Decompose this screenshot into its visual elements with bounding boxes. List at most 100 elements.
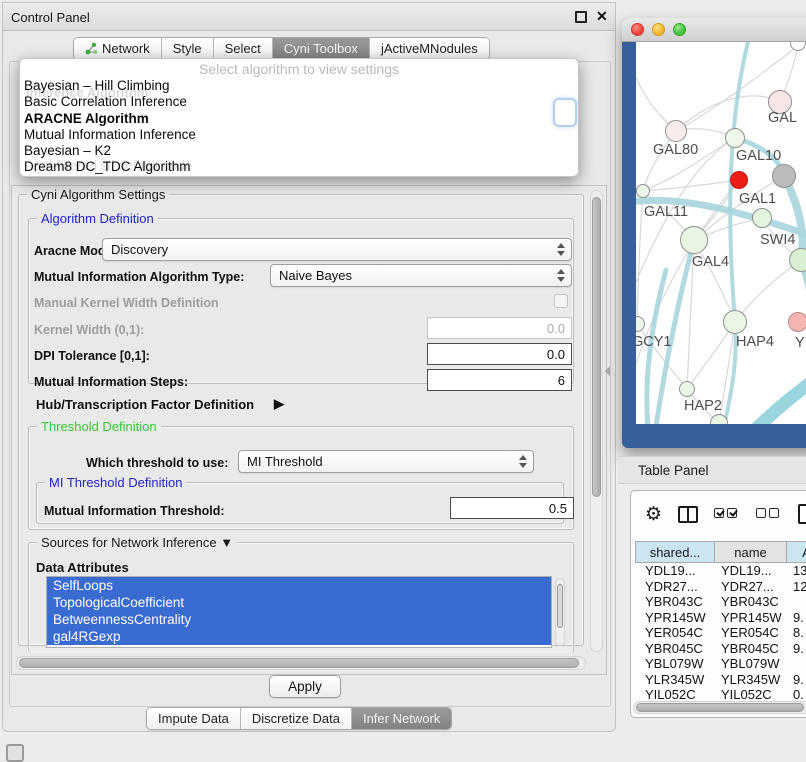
column-header-shared-name[interactable]: shared... xyxy=(635,541,715,563)
network-node-pink[interactable] xyxy=(788,312,806,332)
list-scrollbar-track[interactable] xyxy=(555,578,565,646)
tab-jactivemnodules[interactable]: jActiveMNodules xyxy=(370,38,489,59)
tab-discretize-data[interactable]: Discretize Data xyxy=(241,708,352,729)
sources-group-title: Sources for Network Inference ▼ xyxy=(37,535,237,550)
table-header-row: shared... name A xyxy=(635,541,806,563)
network-node-gal80[interactable] xyxy=(665,120,687,142)
network-node-gal4[interactable] xyxy=(680,226,708,254)
close-icon[interactable]: ✕ xyxy=(596,8,608,25)
network-node-hap4[interactable] xyxy=(723,310,747,334)
apply-button[interactable]: Apply xyxy=(269,675,341,698)
manual-kernel-width-checkbox[interactable] xyxy=(554,294,568,308)
network-node[interactable] xyxy=(789,248,806,272)
tab-cyni-toolbox[interactable]: Cyni Toolbox xyxy=(273,38,370,59)
network-node-hap2[interactable] xyxy=(679,381,695,397)
table-row[interactable]: YBL079WYBL079W xyxy=(635,656,806,672)
column-header-third[interactable]: A xyxy=(787,541,806,563)
tab-select[interactable]: Select xyxy=(214,38,273,59)
export-table-icon[interactable] xyxy=(798,504,806,524)
table-row[interactable]: YBR043CYBR043C xyxy=(635,594,806,610)
panel-collapse-handle[interactable] xyxy=(605,366,610,376)
node-label: HAP2 xyxy=(684,398,722,414)
network-window-titlebar[interactable] xyxy=(622,18,806,42)
table-row[interactable]: YDR27...YDR27...12 xyxy=(635,579,806,595)
settings-hscrollbar-track[interactable] xyxy=(16,656,586,670)
table-row[interactable]: YBR045CYBR045C9. xyxy=(635,641,806,657)
dropdown-item[interactable]: Mutual Information Inference xyxy=(20,127,578,143)
network-node-selected-red[interactable] xyxy=(730,171,748,189)
node-label: SWI4 xyxy=(760,232,795,248)
hub-section-label[interactable]: Hub/Transcription Factor Definition xyxy=(36,397,254,412)
mi-algorithm-type-label: Mutual Information Algorithm Type: xyxy=(34,270,244,284)
zoom-traffic-icon[interactable] xyxy=(673,23,686,36)
table-row[interactable]: YDL19...YDL19...13 xyxy=(635,563,806,579)
aracne-mode-combo[interactable]: Discovery xyxy=(102,238,572,261)
which-threshold-label: Which threshold to use: xyxy=(86,456,228,470)
dpi-tolerance-label: DPI Tolerance [0,1]: xyxy=(34,349,150,363)
close-traffic-icon[interactable] xyxy=(631,23,644,36)
mi-steps-label: Mutual Information Steps: xyxy=(34,375,188,389)
panel-dock-button[interactable] xyxy=(6,744,24,762)
table-panel-header: Table Panel xyxy=(618,456,806,484)
list-scrollbar-thumb[interactable] xyxy=(557,584,563,628)
data-attributes-list: SelfLoops TopologicalCoefficient Between… xyxy=(46,576,552,648)
table-row[interactable]: YIL052CYIL052C0. xyxy=(635,687,806,702)
kernel-width-field[interactable]: 0.0 xyxy=(427,317,572,339)
settings-hscrollbar-thumb[interactable] xyxy=(19,658,579,668)
table-hscrollbar-track[interactable] xyxy=(633,701,806,714)
network-canvas[interactable]: GAL GAL80 GAL10 GAL11 GAL1 SWI4 GAL4 GCY… xyxy=(636,42,806,424)
node-label: GAL10 xyxy=(736,148,781,164)
settings-vscrollbar-thumb[interactable] xyxy=(592,197,601,497)
float-window-icon[interactable] xyxy=(575,11,587,23)
gear-icon[interactable]: ⚙ xyxy=(645,505,662,524)
collapse-down-icon[interactable]: ▼ xyxy=(220,535,233,550)
combo-stepper-icon xyxy=(519,455,527,468)
table-row[interactable]: YLR345WYLR345W9. xyxy=(635,672,806,688)
node-label: GAL4 xyxy=(692,254,729,270)
network-node-gal11[interactable] xyxy=(636,184,650,198)
control-panel-window: Control Panel ✕ Network Style Select Cyn… xyxy=(2,2,616,732)
dropdown-item-selected[interactable]: ARACNE Algorithm xyxy=(20,111,578,127)
minimize-traffic-icon[interactable] xyxy=(652,23,665,36)
select-all-columns-icon[interactable] xyxy=(714,505,740,523)
list-item[interactable]: gal4RGexp xyxy=(47,628,551,645)
table-row[interactable]: YPR145WYPR145W9. xyxy=(635,610,806,626)
algorithm-dropdown-placeholder: Select algorithm to view settings xyxy=(20,59,578,78)
table-hscrollbar-thumb[interactable] xyxy=(636,703,804,712)
mi-algorithm-type-combo[interactable]: Naive Bayes xyxy=(270,264,572,287)
tab-infer-network[interactable]: Infer Network xyxy=(352,708,451,729)
deselect-all-columns-icon[interactable] xyxy=(756,505,782,523)
list-item[interactable]: SelfLoops xyxy=(47,577,551,594)
bottom-tabbar: Impute Data Discretize Data Infer Networ… xyxy=(146,707,452,730)
network-node-gal1[interactable] xyxy=(752,208,772,228)
manual-kernel-width-label: Manual Kernel Width Definition xyxy=(34,296,219,310)
node-label: GCY1 xyxy=(636,334,672,350)
table-row[interactable]: YER054CYER054C8. xyxy=(635,625,806,641)
mi-threshold-field[interactable]: 0.5 xyxy=(450,497,574,519)
list-item[interactable]: BetweennessCentrality xyxy=(47,611,551,628)
control-panel-tabbar: Network Style Select Cyni Toolbox jActiv… xyxy=(73,37,490,60)
mi-steps-field[interactable]: 6 xyxy=(427,369,572,391)
network-view-window[interactable]: GAL GAL80 GAL10 GAL11 GAL1 SWI4 GAL4 GCY… xyxy=(622,18,806,448)
combo-stepper-icon xyxy=(557,243,565,256)
mi-threshold-label: Mutual Information Threshold: xyxy=(44,504,225,518)
tab-impute-data[interactable]: Impute Data xyxy=(147,708,241,729)
dpi-tolerance-field[interactable]: 0.0 xyxy=(427,343,572,365)
tab-network[interactable]: Network xyxy=(74,38,162,59)
network-node-gray[interactable] xyxy=(772,164,796,188)
network-node-gal10[interactable] xyxy=(725,128,745,148)
settings-vscrollbar-track[interactable] xyxy=(590,190,603,652)
which-threshold-combo[interactable]: MI Threshold xyxy=(238,450,534,473)
combo-stepper-icon xyxy=(557,269,565,282)
tab-style[interactable]: Style xyxy=(162,38,214,59)
collapse-right-icon[interactable]: ▶ xyxy=(274,396,284,412)
node-label: GAL xyxy=(768,110,797,126)
table-body: YDL19...YDL19...13 YDR27...YDR27...12 YB… xyxy=(635,563,806,702)
mi-threshold-definition-title: MI Threshold Definition xyxy=(45,475,186,490)
column-header-name[interactable]: name xyxy=(715,541,787,563)
list-item[interactable]: TopologicalCoefficient xyxy=(47,594,551,611)
network-icon xyxy=(85,42,98,55)
column-layout-icon[interactable] xyxy=(678,506,698,523)
threshold-definition-title: Threshold Definition xyxy=(37,419,161,434)
algorithm-dropdown-popup: Select algorithm to view settings Infere… xyxy=(19,58,579,177)
